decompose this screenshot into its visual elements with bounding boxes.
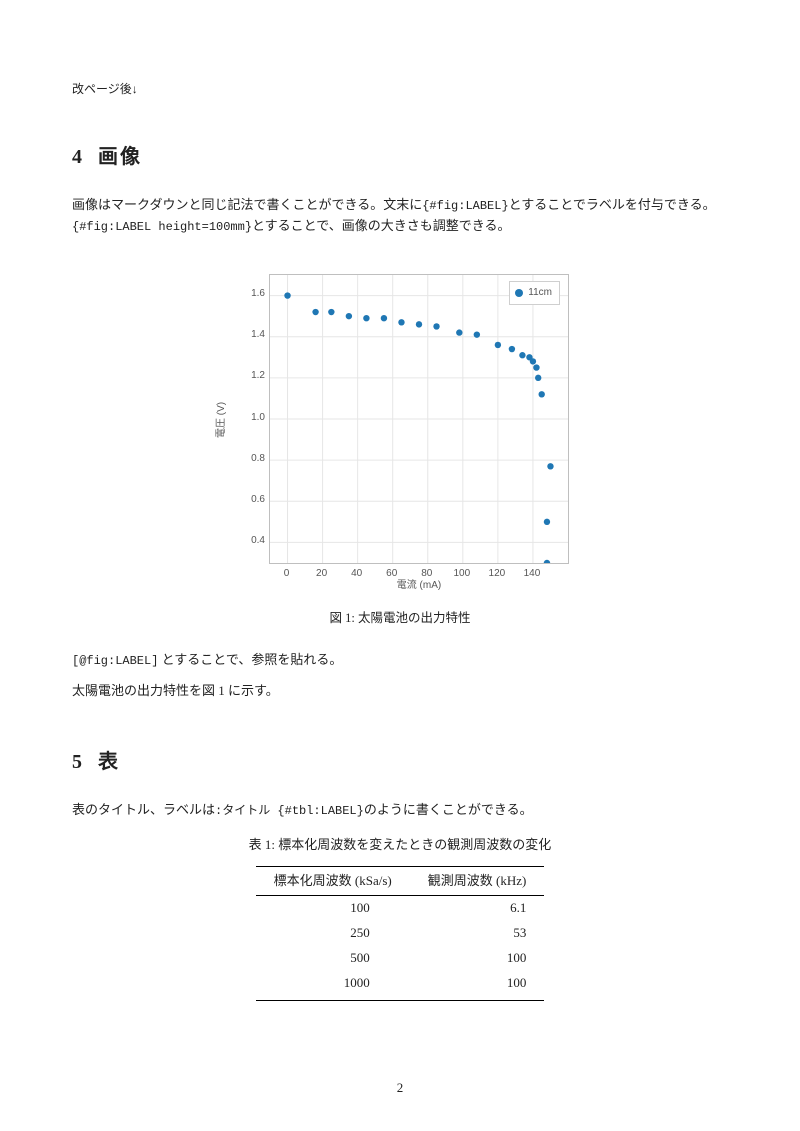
figure-caption-text: 太陽電池の出力特性 — [358, 611, 471, 625]
section-4-heading: 4 画像 — [72, 141, 728, 173]
chart-legend-label: 11cm — [528, 285, 552, 301]
chart-y-tick: 1.0 — [241, 410, 265, 426]
page-number: 2 — [0, 1078, 800, 1099]
chart-data-point — [533, 364, 539, 370]
section-5-heading: 5表 — [72, 746, 728, 778]
section-5-number: 5 — [72, 751, 84, 773]
table-row: 1006.1 — [256, 896, 545, 921]
figure-reference-note: [@fig:LABEL] とすることで、参照を貼れる。 — [72, 650, 728, 671]
chart-data-point — [456, 329, 462, 335]
figure-1-caption: 図 1: 太陽電池の出力特性 — [330, 608, 471, 628]
chart-x-axis-label: 電流 (mA) — [269, 578, 569, 594]
page-break-note: 改ページ後↓ — [72, 80, 728, 99]
sec4-text-2: とすることでラベルを付与できる。 — [509, 197, 716, 212]
table-cell: 1000 — [256, 971, 410, 1000]
chart-y-tick: 1.2 — [241, 368, 265, 384]
table-cell: 53 — [410, 921, 545, 946]
figure-caption-prefix: 図 1: — [330, 611, 358, 625]
chart-data-point — [530, 358, 536, 364]
sec5-text-1: 表のタイトル、ラベルは — [72, 802, 215, 817]
chart-data-point — [495, 341, 501, 347]
figure-reference-example: 太陽電池の出力特性を図 1 に示す。 — [72, 681, 728, 702]
chart-data-point — [535, 374, 541, 380]
scatter-chart: 電圧 (V) 0.40.60.81.01.21.41.6 11cm 020406… — [215, 266, 585, 596]
figure-1: 電圧 (V) 0.40.60.81.01.21.41.6 11cm 020406… — [72, 266, 728, 640]
chart-y-tick: 1.4 — [241, 327, 265, 343]
section-4-title: 画像 — [98, 146, 142, 168]
table-row: 1000100 — [256, 971, 545, 1000]
section-5-paragraph: 表のタイトル、ラベルは:タイトル {#tbl:LABEL}のように書くことができ… — [72, 800, 728, 821]
chart-y-axis-label: 電圧 (V) — [214, 424, 230, 438]
figure-ref-code: [@fig:LABEL] — [72, 654, 158, 668]
chart-data-point — [346, 313, 352, 319]
chart-data-point — [539, 391, 545, 397]
chart-data-point — [474, 331, 480, 337]
table-cell: 500 — [256, 946, 410, 971]
sec4-code-1: {#fig:LABEL} — [422, 199, 508, 213]
sec4-code-2: {#fig:LABEL height=100mm} — [72, 220, 252, 234]
chart-data-point — [312, 308, 318, 314]
table-header-2: 観測周波数 (kHz) — [410, 866, 545, 896]
table-cell: 6.1 — [410, 896, 545, 921]
section-4-number: 4 — [72, 146, 84, 168]
chart-y-tick: 1.6 — [241, 286, 265, 302]
table-cell: 250 — [256, 921, 410, 946]
chart-data-point — [544, 518, 550, 524]
chart-data-point — [284, 292, 290, 298]
chart-data-point — [363, 315, 369, 321]
chart-plot-area: 11cm — [269, 274, 569, 564]
table-cell: 100 — [410, 946, 545, 971]
chart-y-tick: 0.4 — [241, 533, 265, 549]
chart-data-point — [509, 345, 515, 351]
table-cell: 100 — [256, 896, 410, 921]
table-1-caption: 表 1: 標本化周波数を変えたときの観測周波数の変化 — [72, 835, 728, 856]
section-5-title: 表 — [98, 751, 120, 773]
chart-data-point — [433, 323, 439, 329]
figure-ref-text: とすることで、参照を貼れる。 — [158, 652, 342, 667]
table-header-1: 標本化周波数 (kSa/s) — [256, 866, 410, 896]
chart-legend: 11cm — [509, 281, 560, 305]
sec4-text-1: 画像はマークダウンと同じ記法で書くことができる。文末に — [72, 197, 422, 212]
chart-data-point — [519, 352, 525, 358]
chart-y-tick: 0.6 — [241, 492, 265, 508]
table-caption-text: 標本化周波数を変えたときの観測周波数の変化 — [278, 837, 551, 852]
chart-y-tick: 0.8 — [241, 451, 265, 467]
chart-data-point — [416, 321, 422, 327]
table-1: 標本化周波数 (kSa/s) 観測周波数 (kHz) 1006.12505350… — [256, 866, 545, 1001]
chart-data-point — [381, 315, 387, 321]
section-4-paragraph: 画像はマークダウンと同じ記法で書くことができる。文末に{#fig:LABEL}と… — [72, 195, 728, 237]
chart-data-point — [547, 463, 553, 469]
chart-data-point — [398, 319, 404, 325]
sec4-text-3: とすることで、画像の大きさも調整できる。 — [252, 218, 510, 233]
chart-data-point — [328, 308, 334, 314]
legend-marker-icon — [515, 289, 523, 297]
table-row: 25053 — [256, 921, 545, 946]
sec5-code-1: :タイトル {#tbl:LABEL} — [215, 804, 364, 818]
table-row: 500100 — [256, 946, 545, 971]
table-cell: 100 — [410, 971, 545, 1000]
chart-data-point — [544, 559, 550, 562]
sec5-text-2: のように書くことができる。 — [364, 802, 533, 817]
table-caption-prefix: 表 1: — [249, 837, 279, 852]
